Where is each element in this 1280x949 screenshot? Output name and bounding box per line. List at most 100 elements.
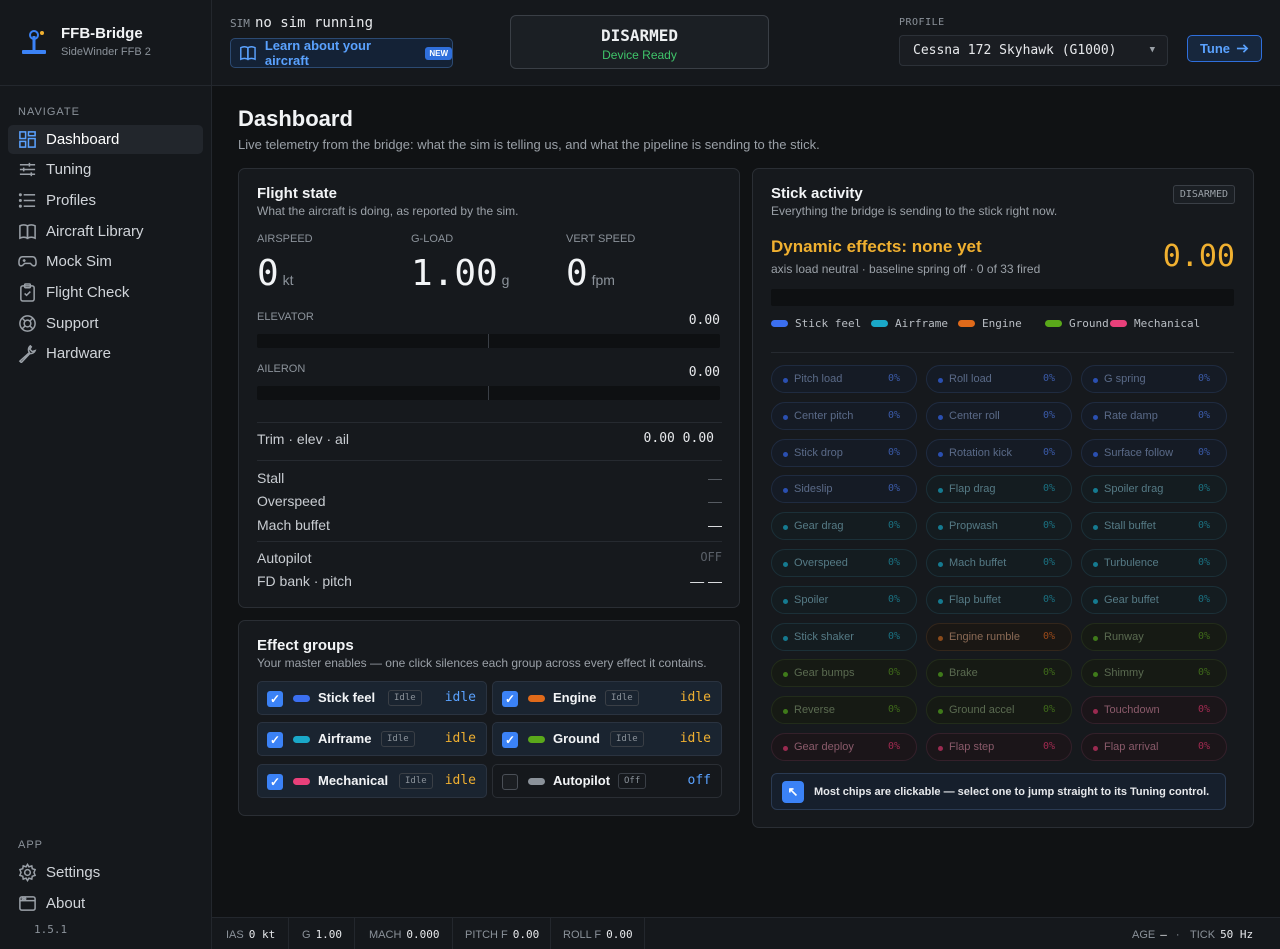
nav-item-flight-check[interactable]: Flight Check (8, 278, 203, 307)
group-checkbox[interactable]: ✓ (502, 691, 518, 707)
effect-chip-gear-drag[interactable]: Gear drag 0% (771, 512, 917, 541)
chip-dot (783, 378, 788, 383)
chip-percent: 0% (1042, 446, 1055, 458)
profile-select[interactable]: Cessna 172 Skyhawk (G1000) ▼ (899, 35, 1168, 66)
nav-item-aircraft-library[interactable]: Aircraft Library (8, 217, 203, 246)
effect-group-autopilot[interactable]: Autopilot Off off (492, 764, 722, 798)
effect-chip-gear-deploy[interactable]: Gear deploy 0% (771, 733, 917, 761)
chips-hint: ↖ Most chips are clickable — select one … (771, 773, 1226, 810)
effect-chip-stick-shaker[interactable]: Stick shaker 0% (771, 622, 917, 651)
tune-button[interactable]: Tune (1187, 35, 1262, 62)
effect-chip-flap-drag[interactable]: Flap drag 0% (926, 475, 1072, 504)
effect-chip-overspeed[interactable]: Overspeed 0% (771, 549, 917, 577)
gamepad-icon (18, 255, 37, 267)
nav-item-about[interactable]: About (8, 889, 203, 918)
gload-unit: g (501, 272, 510, 288)
effect-group-airframe[interactable]: ✓ Airframe Idle idle (257, 722, 487, 756)
nav-item-support[interactable]: Support (8, 309, 203, 338)
page-title: Dashboard (238, 106, 353, 131)
effect-chip-touchdown[interactable]: Touchdown 0% (1081, 696, 1227, 725)
effect-chip-brake[interactable]: Brake 0% (926, 659, 1072, 688)
chip-percent: 0% (1197, 557, 1210, 568)
effect-chip-flap-arrival[interactable]: Flap arrival 0% (1081, 733, 1227, 761)
stall-row: Stall — (257, 470, 722, 486)
arm-status-panel[interactable]: DISARMED Device Ready (510, 15, 769, 69)
effect-chip-reverse[interactable]: Reverse 0% (771, 696, 917, 725)
group-color-swatch (293, 778, 310, 785)
group-checkbox[interactable]: ✓ (267, 774, 283, 790)
group-checkbox[interactable] (502, 774, 518, 790)
chip-name: Overspeed (794, 557, 848, 569)
effect-chip-pitch-load[interactable]: Pitch load 0% (771, 365, 917, 393)
effect-group-ground[interactable]: ✓ Ground Idle idle (492, 722, 722, 756)
effect-chip-stall-buffet[interactable]: Stall buffet 0% (1081, 512, 1227, 541)
chip-name: Reverse (794, 704, 835, 717)
chip-percent: 0% (887, 520, 900, 532)
group-state: idle (679, 690, 711, 705)
effect-chip-runway[interactable]: Runway 0% (1081, 622, 1227, 651)
effect-chip-rate-damp[interactable]: Rate damp 0% (1081, 401, 1227, 430)
effect-chip-turbulence[interactable]: Turbulence 0% (1081, 549, 1227, 577)
nav-item-tuning[interactable]: Tuning (8, 155, 203, 184)
device-status: Device Ready (602, 48, 677, 62)
effect-chip-spoiler-drag[interactable]: Spoiler drag 0% (1081, 475, 1227, 504)
group-checkbox[interactable]: ✓ (267, 732, 283, 748)
chip-dot (1093, 451, 1098, 457)
status-pitch-force: PITCH F 0.00 (465, 928, 540, 941)
autopilot-row: Autopilot OFF (257, 550, 722, 566)
chip-dot (1093, 635, 1098, 641)
card-title: Effect groups (257, 637, 354, 654)
effect-chip-flap-step[interactable]: Flap step 0% (926, 733, 1072, 761)
effect-chip-surface-follow[interactable]: Surface follow 0% (1081, 438, 1227, 467)
arm-state: DISARMED (600, 26, 679, 45)
card-subtitle: Your master enables — one click silences… (257, 656, 707, 670)
effect-group-stick-feel[interactable]: ✓ Stick feel Idle idle (257, 681, 487, 715)
stall-label: Stall (257, 470, 285, 486)
chip-percent: 0% (1042, 741, 1055, 752)
elevator-bar (257, 334, 720, 348)
group-checkbox[interactable]: ✓ (267, 691, 283, 707)
app-version: 1.5.1 (34, 923, 68, 936)
effect-chip-mach-buffet[interactable]: Mach buffet 0% (926, 549, 1072, 577)
effect-chip-center-pitch[interactable]: Center pitch 0% (771, 401, 917, 430)
sim-status: no sim running (255, 15, 374, 31)
sliders-icon (19, 162, 36, 177)
effect-chip-sideslip[interactable]: Sideslip 0% (771, 475, 917, 504)
effects-level-bar (771, 289, 1234, 306)
effect-chip-stick-drop[interactable]: Stick drop 0% (771, 438, 917, 467)
effect-group-engine[interactable]: ✓ Engine Idle idle (492, 681, 722, 715)
effect-chip-roll-load[interactable]: Roll load 0% (926, 365, 1072, 393)
effect-chip-ground-accel[interactable]: Ground accel 0% (926, 696, 1072, 725)
nav-item-settings[interactable]: Settings (8, 858, 203, 887)
airspeed-value: 0 (257, 253, 279, 294)
chip-percent: 0% (1197, 520, 1210, 532)
effect-chip-rotation-kick[interactable]: Rotation kick 0% (926, 438, 1072, 467)
chip-dot (1093, 598, 1098, 604)
chip-dot (938, 672, 943, 678)
card-title: Flight state (257, 185, 338, 202)
effect-chip-shimmy[interactable]: Shimmy 0% (1081, 659, 1227, 688)
arrow-right-icon (1236, 44, 1249, 53)
effect-chip-engine-rumble[interactable]: Engine rumble 0% (926, 622, 1072, 651)
nav-item-profiles[interactable]: Profiles (8, 186, 203, 215)
group-state: idle (444, 690, 476, 705)
effect-chip-flap-buffet[interactable]: Flap buffet 0% (926, 585, 1072, 614)
nav-item-hardware[interactable]: Hardware (8, 339, 203, 368)
chip-name: Runway (1104, 630, 1144, 643)
effect-chip-center-roll[interactable]: Center roll 0% (926, 401, 1072, 430)
effect-chip-gear-buffet[interactable]: Gear buffet 0% (1081, 585, 1227, 614)
status-tick: TICK 50 Hz (1190, 928, 1254, 941)
group-color-swatch (293, 695, 310, 702)
effect-chip-g-spring[interactable]: G spring 0% (1081, 365, 1227, 393)
effect-group-mechanical[interactable]: ✓ Mechanical Idle idle (257, 764, 487, 798)
learn-aircraft-button[interactable]: Learn about your aircraft NEW (230, 38, 453, 68)
effect-chip-gear-bumps[interactable]: Gear bumps 0% (771, 659, 917, 688)
aileron-bar (257, 386, 720, 400)
group-checkbox[interactable]: ✓ (502, 732, 518, 748)
stick-activity-card: Stick activity Everything the bridge is … (752, 168, 1254, 828)
mach-buffet-label: Mach buffet (257, 517, 330, 533)
nav-item-dashboard[interactable]: Dashboard (8, 125, 203, 154)
effect-chip-spoiler[interactable]: Spoiler 0% (771, 585, 917, 614)
effect-chip-propwash[interactable]: Propwash 0% (926, 512, 1072, 541)
nav-item-mock-sim[interactable]: Mock Sim (8, 247, 203, 276)
